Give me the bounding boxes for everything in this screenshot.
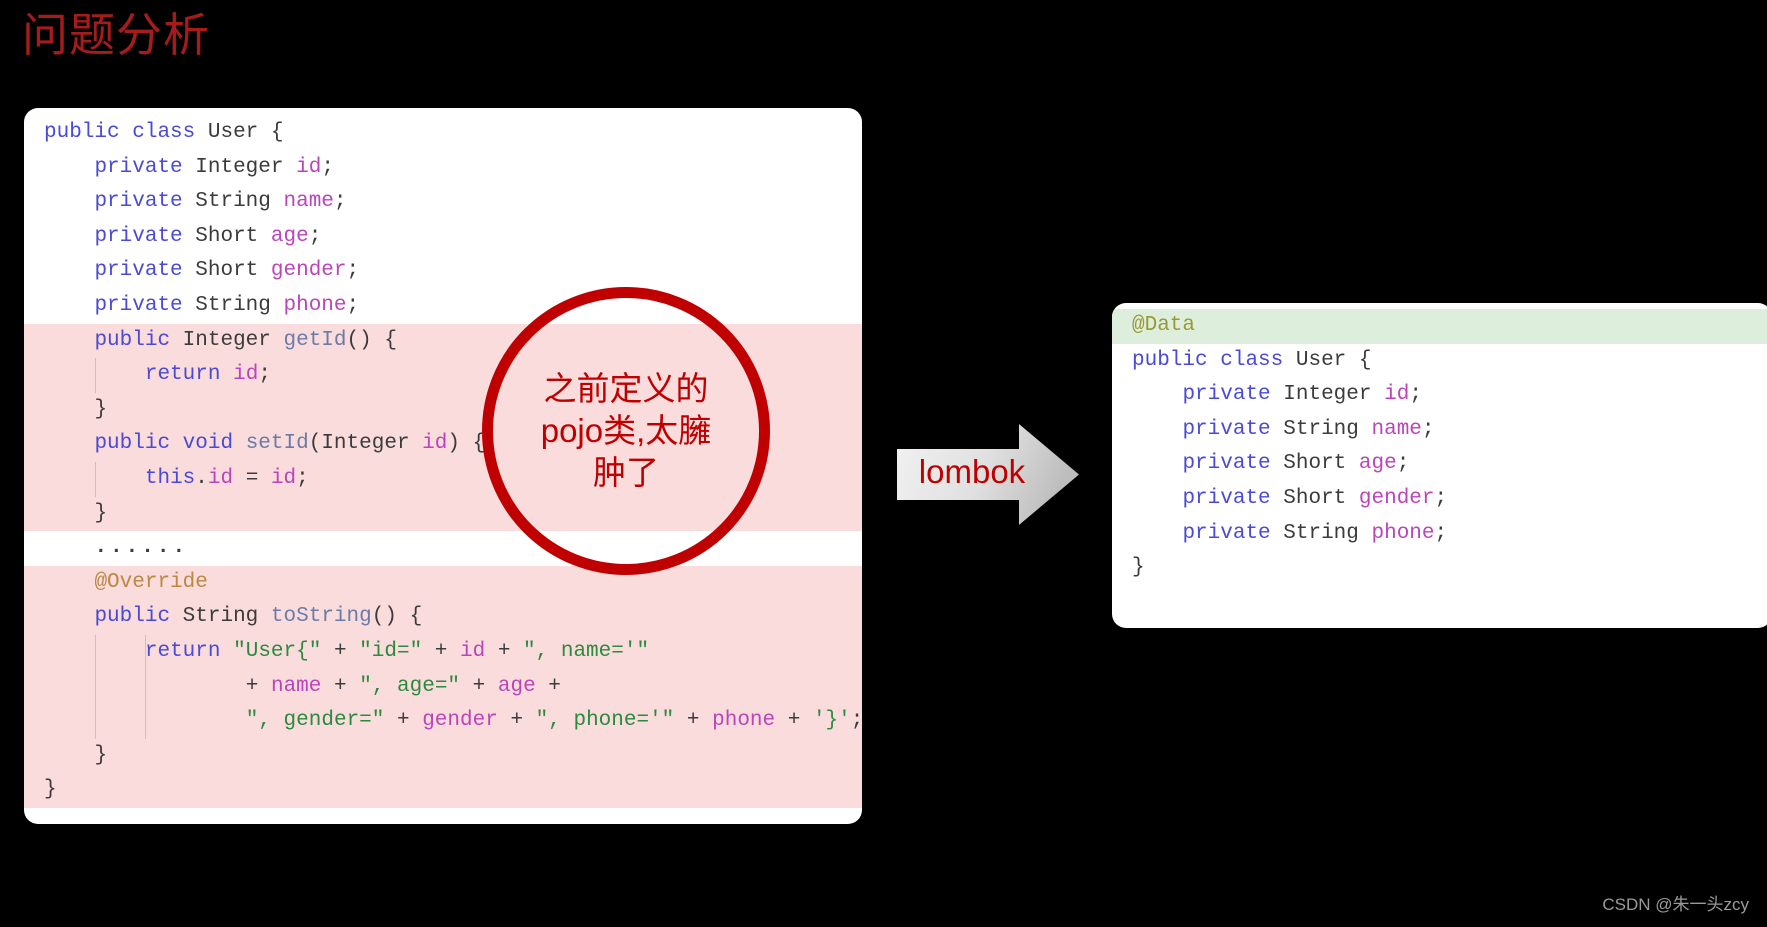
- code-line: private String name;: [94, 190, 347, 214]
- code-line: private Integer id;: [94, 155, 334, 179]
- code-line: + name + ", age=" + age +: [24, 669, 862, 705]
- code-line: private Short age;: [94, 224, 322, 248]
- page-title: 问题分析: [22, 9, 210, 61]
- code-line: private Short gender;: [1182, 486, 1448, 510]
- code-line: private String phone;: [1182, 521, 1448, 545]
- code-line: @Override: [24, 565, 862, 601]
- code-line: }: [1132, 556, 1145, 580]
- indent-guide: [94, 358, 96, 393]
- watermark: CSDN @朱一头zcy: [1602, 895, 1749, 914]
- code-line: private Short age;: [1182, 452, 1410, 476]
- code-line: }: [24, 738, 862, 774]
- code-line: public class User {: [44, 121, 284, 144]
- code-line: public class User {: [1132, 348, 1372, 372]
- lombok-pojo-code-panel: @Data public class User { private Integer…: [1112, 303, 1767, 628]
- code-line: return "User{" + "id=" + id + ", name='": [24, 634, 862, 670]
- code-line: private String name;: [1182, 417, 1435, 441]
- code-line: public String toString() {: [24, 600, 862, 635]
- indent-guide: [94, 635, 96, 739]
- code-line: @Data: [1112, 309, 1767, 344]
- annotation-circle: 之前定义的 pojo类,太臃 肿了: [482, 287, 770, 575]
- indent-guide: [94, 462, 96, 497]
- code-line: ......: [94, 536, 189, 560]
- code-line: private Integer id;: [1182, 383, 1422, 407]
- code-line: private Short gender;: [94, 259, 360, 283]
- indent-guide: [145, 635, 147, 739]
- code-line: ", gender=" + gender + ", phone='" + pho…: [24, 704, 862, 739]
- annotation-text: 之前定义的 pojo类,太臃 肿了: [540, 370, 712, 491]
- right-code-lines: @Data public class User { private Integer…: [1112, 303, 1767, 586]
- lombok-arrow-label: lombok: [918, 453, 1026, 490]
- code-line: private String phone;: [94, 293, 360, 317]
- code-line: }: [24, 773, 862, 808]
